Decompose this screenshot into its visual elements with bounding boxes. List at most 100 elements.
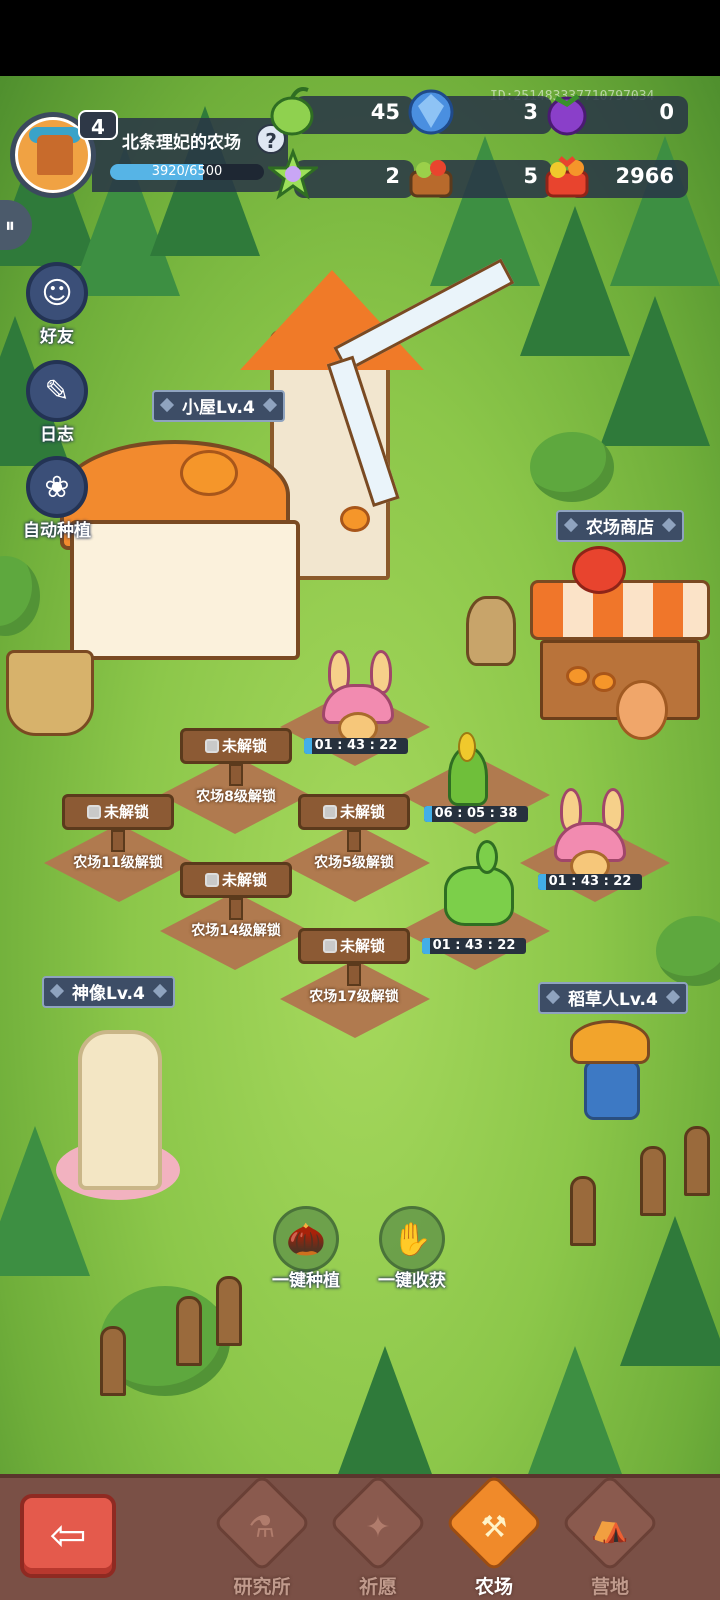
locked-plot-sign[interactable]: 未解锁 农场14级解锁 bbox=[176, 862, 296, 939]
plot-timer: 06 : 05 : 38 bbox=[424, 806, 528, 822]
resource-counter[interactable]: 45 bbox=[270, 87, 414, 136]
journal-button[interactable]: ✎ 日志 bbox=[14, 360, 100, 445]
research-icon: ⚗ bbox=[248, 1510, 276, 1545]
bush bbox=[0, 556, 40, 636]
pine-tree bbox=[330, 1346, 440, 1474]
auto-plant-label: 自动种植 bbox=[23, 521, 91, 541]
resource-counter[interactable]: 2966 bbox=[545, 156, 688, 198]
hand-icon: ✋ bbox=[379, 1206, 445, 1272]
camp-icon: ⛺ bbox=[591, 1510, 629, 1545]
friends-icon: ☺ bbox=[26, 262, 88, 324]
fence-post bbox=[570, 1176, 596, 1246]
sign-post bbox=[229, 898, 243, 920]
auto-plant-icon: ❀ bbox=[26, 456, 88, 518]
purple-berry-icon bbox=[547, 93, 587, 136]
locked-plot-sign[interactable]: 未解锁 农场11级解锁 bbox=[58, 794, 178, 871]
unlock-requirement: 农场17级解锁 bbox=[309, 989, 399, 1005]
cactus-arm bbox=[476, 840, 498, 874]
locked-plot-sign[interactable]: 未解锁 农场17级解锁 bbox=[294, 928, 414, 1005]
shopkeeper-character[interactable] bbox=[616, 680, 668, 740]
house[interactable] bbox=[70, 520, 300, 660]
tab-label: 营地 bbox=[590, 1576, 629, 1598]
back-arrow-icon: ⇦ bbox=[49, 1510, 87, 1561]
farmer-character[interactable] bbox=[466, 596, 516, 666]
back-button[interactable]: ⇦ bbox=[20, 1494, 116, 1578]
tab-wish[interactable]: ✦ 祈愿 bbox=[328, 1473, 428, 1598]
padlock-icon bbox=[86, 805, 101, 819]
resource-counter[interactable]: 5 bbox=[409, 160, 552, 198]
padlock-icon bbox=[322, 805, 337, 819]
resource-counter[interactable]: 0 bbox=[547, 93, 688, 136]
avatar-house bbox=[37, 135, 73, 175]
cactus-cat-crop[interactable] bbox=[444, 866, 514, 926]
fence-post bbox=[216, 1276, 242, 1346]
pine-tree bbox=[620, 1216, 720, 1366]
statue-label[interactable]: 神像Lv.4 bbox=[42, 976, 175, 1008]
farm-shop-awning[interactable] bbox=[530, 580, 710, 640]
resource-value: 3 bbox=[523, 100, 538, 124]
scarecrow[interactable] bbox=[584, 1060, 640, 1120]
blue-crystal-icon bbox=[408, 89, 454, 135]
tab-camp[interactable]: ⛺ 营地 bbox=[560, 1473, 660, 1598]
locked-plot-sign[interactable]: 未解锁 农场8级解锁 bbox=[176, 728, 296, 805]
resource-counter[interactable]: 3 bbox=[408, 89, 552, 135]
locked-label: 未解锁 bbox=[221, 871, 267, 889]
well[interactable] bbox=[6, 650, 94, 736]
farm-shop-label[interactable]: 农场商店 bbox=[556, 510, 684, 542]
name-plate: 北条理妃的农场 ? 3920/6500 bbox=[92, 118, 288, 192]
pine-tree bbox=[600, 296, 710, 446]
plot-timer: 01 : 43 : 22 bbox=[538, 874, 642, 890]
player-card[interactable]: 北条理妃的农场 ? 3920/6500 4 bbox=[8, 110, 288, 198]
pine-tree bbox=[520, 1346, 630, 1474]
green-bean-icon bbox=[270, 87, 314, 136]
plant-all-button[interactable]: 🌰 一键种植 bbox=[256, 1206, 356, 1291]
pine-tree bbox=[610, 136, 720, 286]
sign-post bbox=[347, 830, 361, 852]
unlock-requirement: 农场5级解锁 bbox=[314, 855, 394, 871]
house-label[interactable]: 小屋Lv.4 bbox=[152, 390, 285, 422]
resource-value: 45 bbox=[370, 100, 400, 124]
sign-post bbox=[111, 830, 125, 852]
scarecrow-label[interactable]: 稻草人Lv.4 bbox=[538, 982, 688, 1014]
tab-label: 研究所 bbox=[233, 1576, 291, 1598]
pumpkin bbox=[340, 506, 370, 532]
lock-board: 未解锁 bbox=[298, 928, 410, 964]
tab-research[interactable]: ⚗ 研究所 bbox=[212, 1473, 312, 1598]
locked-label: 未解锁 bbox=[339, 803, 385, 821]
locked-plot-sign[interactable]: 未解锁 农场5级解锁 bbox=[294, 794, 414, 871]
lock-board: 未解锁 bbox=[298, 794, 410, 830]
plot-timer: 01 : 43 : 22 bbox=[304, 738, 408, 754]
locked-label: 未解锁 bbox=[221, 737, 267, 755]
tomato-sign bbox=[572, 546, 626, 594]
lock-board: 未解锁 bbox=[62, 794, 174, 830]
xp-text: 3920/6500 bbox=[151, 164, 223, 179]
harvest-all-button[interactable]: ✋ 一键收获 bbox=[362, 1206, 462, 1291]
lock-board: 未解锁 bbox=[180, 728, 292, 764]
locked-label: 未解锁 bbox=[339, 937, 385, 955]
pumpkin bbox=[592, 672, 616, 692]
plot-timer: 01 : 43 : 22 bbox=[422, 938, 526, 954]
sign-post bbox=[229, 764, 243, 786]
unlock-requirement: 农场11级解锁 bbox=[73, 855, 163, 871]
resource-value: 2966 bbox=[615, 164, 674, 188]
status-bar bbox=[0, 0, 720, 76]
pumpkin-decoration bbox=[180, 450, 238, 496]
friends-button[interactable]: ☺ 好友 bbox=[14, 262, 100, 347]
farm-name: 北条理妃的农场 bbox=[122, 133, 241, 153]
corn-cob bbox=[458, 732, 476, 762]
journal-icon: ✎ bbox=[26, 360, 88, 422]
auto-plant-button[interactable]: ❀ 自动种植 bbox=[14, 456, 100, 541]
resource-counter[interactable]: 2 bbox=[268, 148, 414, 200]
pumpkin bbox=[566, 666, 590, 686]
padlock-icon bbox=[204, 739, 219, 753]
harvest-all-label: 一键收获 bbox=[378, 1271, 446, 1291]
fence-post bbox=[100, 1326, 126, 1396]
fence-post bbox=[176, 1296, 202, 1366]
unlock-requirement: 农场14级解锁 bbox=[191, 923, 281, 939]
tab-label: 祈愿 bbox=[358, 1576, 397, 1598]
journal-label: 日志 bbox=[40, 425, 74, 445]
resource-value: 2 bbox=[385, 164, 400, 188]
statue[interactable] bbox=[78, 1030, 162, 1190]
level-badge: 4 bbox=[78, 110, 118, 140]
tab-farm[interactable]: ⚒ 农场 bbox=[444, 1473, 544, 1598]
